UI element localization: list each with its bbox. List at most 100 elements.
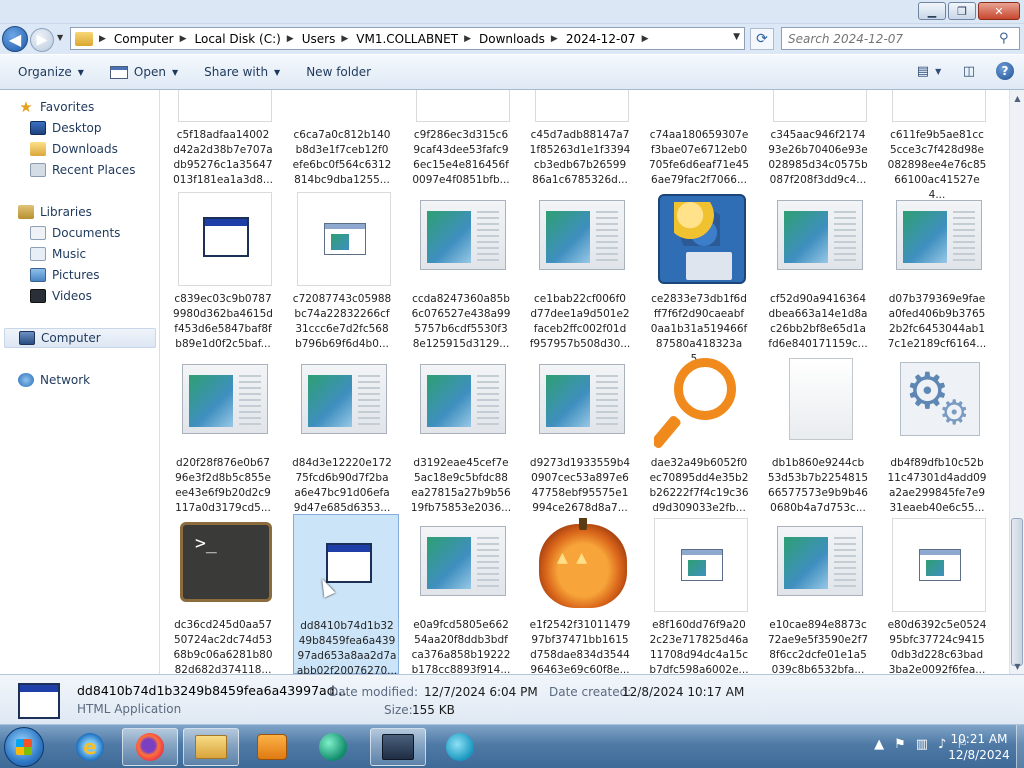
taskbar-media[interactable] bbox=[244, 728, 300, 766]
taskbar-app-star[interactable] bbox=[432, 728, 488, 766]
taskbar-explorer[interactable] bbox=[183, 728, 239, 766]
scroll-thumb[interactable] bbox=[1011, 518, 1023, 666]
file-name: db1b860e9244cb 53d53b7b2254815 66577573e… bbox=[767, 457, 869, 514]
selected-file-name: dd8410b74d1b3249b8459fea6a43997ad... bbox=[77, 683, 347, 698]
minimize-button[interactable]: ▁ bbox=[918, 2, 946, 20]
taskbar-remote[interactable] bbox=[370, 728, 426, 766]
python-icon bbox=[654, 192, 748, 286]
nav-documents[interactable]: Documents bbox=[30, 223, 120, 243]
search-icon[interactable]: ⚲ bbox=[999, 31, 1015, 46]
nav-videos[interactable]: Videos bbox=[30, 286, 92, 306]
file-item[interactable]: d20f28f876e0b67 96e3f2d8b5c855e ee43e6f9… bbox=[170, 352, 276, 514]
open-button[interactable]: Open ▼ bbox=[102, 60, 186, 84]
address-bar[interactable]: ▶ Computer ▶ Local Disk (C:) ▶ Users ▶ V… bbox=[70, 27, 745, 50]
nav-network-label: Network bbox=[40, 373, 91, 387]
file-item[interactable]: c611fe9b5ae81cc 5cce3c7f428d98e 082898ee… bbox=[884, 90, 990, 201]
nav-favorites[interactable]: ★ Favorites bbox=[18, 97, 94, 117]
file-item[interactable]: c839ec03c9b0787 9980d362ba4615d f453d6e5… bbox=[170, 188, 276, 350]
file-item[interactable]: e8f160dd76f9a20 2c23e717825d46a 11708d94… bbox=[646, 514, 752, 674]
nav-computer[interactable]: Computer bbox=[4, 328, 156, 348]
file-item[interactable]: ce2833e73db1f6d ff7f6f2d90caeabf 0aa1b31… bbox=[646, 188, 752, 365]
chevron-right-icon[interactable]: ▶ bbox=[341, 34, 348, 44]
file-item[interactable]: d3192eae45cef7e 5ac18e9c5bfdc88 ea27815a… bbox=[408, 352, 514, 514]
close-button[interactable]: ✕ bbox=[978, 2, 1020, 20]
refresh-button[interactable]: ⟳ bbox=[750, 28, 774, 50]
file-item[interactable]: e80d6392c5e0524 95bfc37724c9415 0db3d228… bbox=[884, 514, 990, 674]
preview-pane-button[interactable]: ◫ bbox=[956, 61, 982, 81]
nav-recent-places[interactable]: Recent Places bbox=[30, 160, 135, 180]
file-item[interactable]: dae32a49b6052f0 ec70895dd4e35b2 b26222f7… bbox=[646, 352, 752, 514]
organize-menu[interactable]: Organize ▼ bbox=[10, 60, 92, 84]
file-item[interactable]: cf52d90a9416364 dbea663a14e1d8a c26bb2bf… bbox=[765, 188, 871, 350]
nav-pictures[interactable]: Pictures bbox=[30, 265, 100, 285]
title-bar: ▁ ❐ ✕ bbox=[0, 0, 1024, 24]
file-item[interactable]: ccda8247360a85b 6c076527e438a99 5757b6cd… bbox=[408, 188, 514, 350]
nav-libraries[interactable]: Libraries bbox=[18, 202, 92, 222]
share-with-menu[interactable]: Share with ▼ bbox=[196, 60, 288, 84]
help-button[interactable]: ? bbox=[996, 62, 1014, 80]
file-item[interactable]: c6ca7a0c812b140 b8d3e1f7ceb12f0 efe6bc0f… bbox=[289, 90, 395, 186]
file-item[interactable]: db1b860e9244cb 53d53b7b2254815 66577573e… bbox=[765, 352, 871, 514]
caret-down-icon[interactable]: ▼ bbox=[172, 68, 178, 77]
scroll-up-icon[interactable]: ▲ bbox=[1010, 90, 1024, 106]
breadcrumb-downloads[interactable]: Downloads bbox=[479, 32, 545, 46]
taskbar-ie[interactable]: e bbox=[62, 728, 118, 766]
network-status-icon[interactable]: ▥ bbox=[916, 737, 928, 752]
chevron-right-icon[interactable]: ▶ bbox=[287, 34, 294, 44]
file-item[interactable]: e10cae894e8873c 72ae9e5f3590e2f7 8f6cc2d… bbox=[765, 514, 871, 674]
breadcrumb-computer[interactable]: Computer bbox=[114, 32, 174, 46]
chevron-right-icon[interactable]: ▶ bbox=[642, 34, 649, 44]
file-item[interactable]: c45d7adb88147a7 1f85263d1e1f3394 cb3edb6… bbox=[527, 90, 633, 186]
nav-music[interactable]: Music bbox=[30, 244, 86, 264]
file-item[interactable]: d84d3e12220e172 75fcd6b90d7f2ba a6e47bc9… bbox=[289, 352, 395, 514]
breadcrumb-local-disk[interactable]: Local Disk (C:) bbox=[195, 32, 281, 46]
forward-button[interactable]: ▶ bbox=[30, 28, 54, 52]
nav-downloads[interactable]: Downloads bbox=[30, 139, 118, 159]
chevron-right-icon[interactable]: ▶ bbox=[99, 34, 106, 44]
vertical-scrollbar[interactable]: ▲ ▼ bbox=[1009, 90, 1024, 674]
search-input[interactable] bbox=[782, 31, 999, 46]
breadcrumb-users[interactable]: Users bbox=[302, 32, 336, 46]
file-item[interactable]: ce1bab22cf006f0 d77dee1a9d501e2 faceb2ff… bbox=[527, 188, 633, 350]
clock-date: 12/8/2024 bbox=[948, 748, 1010, 762]
scroll-down-icon[interactable]: ▼ bbox=[1010, 658, 1024, 674]
taskbar-firefox[interactable] bbox=[122, 728, 178, 766]
file-item[interactable]: c5f18adfaa14002 d42a2d38b7e707a db95276c… bbox=[170, 90, 276, 186]
file-item[interactable]: c74aa180659307e f3bae07e6712eb0 705fe6d6… bbox=[646, 90, 752, 186]
chevron-right-icon[interactable]: ▶ bbox=[551, 34, 558, 44]
start-button[interactable] bbox=[4, 727, 44, 767]
action-center-icon[interactable]: ⚑ bbox=[894, 737, 906, 752]
file-item[interactable]: c9f286ec3d315c6 9caf43dee53fafc9 6ec15e4… bbox=[408, 90, 514, 186]
show-hidden-icons-icon[interactable]: ▲ bbox=[874, 737, 884, 752]
file-item[interactable]: db4f89dfb10c52b 11c47301d4add09 a2ae2998… bbox=[884, 352, 990, 514]
nav-videos-label: Videos bbox=[52, 289, 92, 303]
new-folder-button[interactable]: New folder bbox=[298, 60, 379, 84]
address-history-dropdown[interactable]: ▼ bbox=[733, 32, 740, 42]
chevron-right-icon[interactable]: ▶ bbox=[180, 34, 187, 44]
file-item[interactable]: c345aac946f2174 93e26b70406e93e 028985d3… bbox=[765, 90, 871, 186]
file-name: db4f89dfb10c52b 11c47301d4add09 a2ae2998… bbox=[887, 457, 987, 514]
document-icon bbox=[178, 356, 272, 450]
nav-network[interactable]: Network bbox=[18, 370, 90, 390]
file-name: c9f286ec3d315c6 9caf43dee53fafc9 6ec15e4… bbox=[412, 129, 510, 186]
nav-desktop[interactable]: Desktop bbox=[30, 118, 102, 138]
change-view-button[interactable]: ▤ ▼ bbox=[916, 61, 942, 81]
show-desktop-button[interactable] bbox=[1016, 725, 1024, 768]
file-item[interactable]: d07b379369e9fae a0fed406b9b3765 2b2fc645… bbox=[884, 188, 990, 350]
chevron-right-icon[interactable]: ▶ bbox=[464, 34, 471, 44]
breadcrumb-date-folder[interactable]: 2024-12-07 bbox=[566, 32, 636, 46]
file-item[interactable]: >_ dc36cd245d0aa57 50724ac2dc74d53 68b9c… bbox=[170, 514, 276, 674]
taskbar-app-teal[interactable] bbox=[305, 728, 361, 766]
file-item[interactable]: d9273d1933559b4 0907cec53a897e6 47758ebf… bbox=[527, 352, 633, 514]
breadcrumb-user[interactable]: VM1.COLLABNET bbox=[356, 32, 458, 46]
file-item-selected[interactable]: dd8410b74d1b32 49b8459fea6a439 97ad653a8… bbox=[293, 514, 399, 674]
file-item[interactable]: c72087743c05988 bc74a22832266cf 31ccc6e7… bbox=[289, 188, 395, 350]
music-icon bbox=[30, 247, 46, 261]
file-item[interactable]: e0a9fcd5805e662 54aa20f8ddb3bdf ca376a85… bbox=[408, 514, 514, 674]
recent-pages-dropdown[interactable]: ▼ bbox=[57, 33, 63, 42]
document-icon bbox=[297, 356, 391, 450]
file-item[interactable]: e1f2542f31011479 97bf37471bb1615 d758dae… bbox=[527, 514, 633, 674]
clock[interactable]: 10:21 AM 12/8/2024 bbox=[944, 731, 1014, 763]
back-button[interactable]: ◀ bbox=[2, 26, 28, 52]
maximize-button[interactable]: ❐ bbox=[948, 2, 976, 20]
